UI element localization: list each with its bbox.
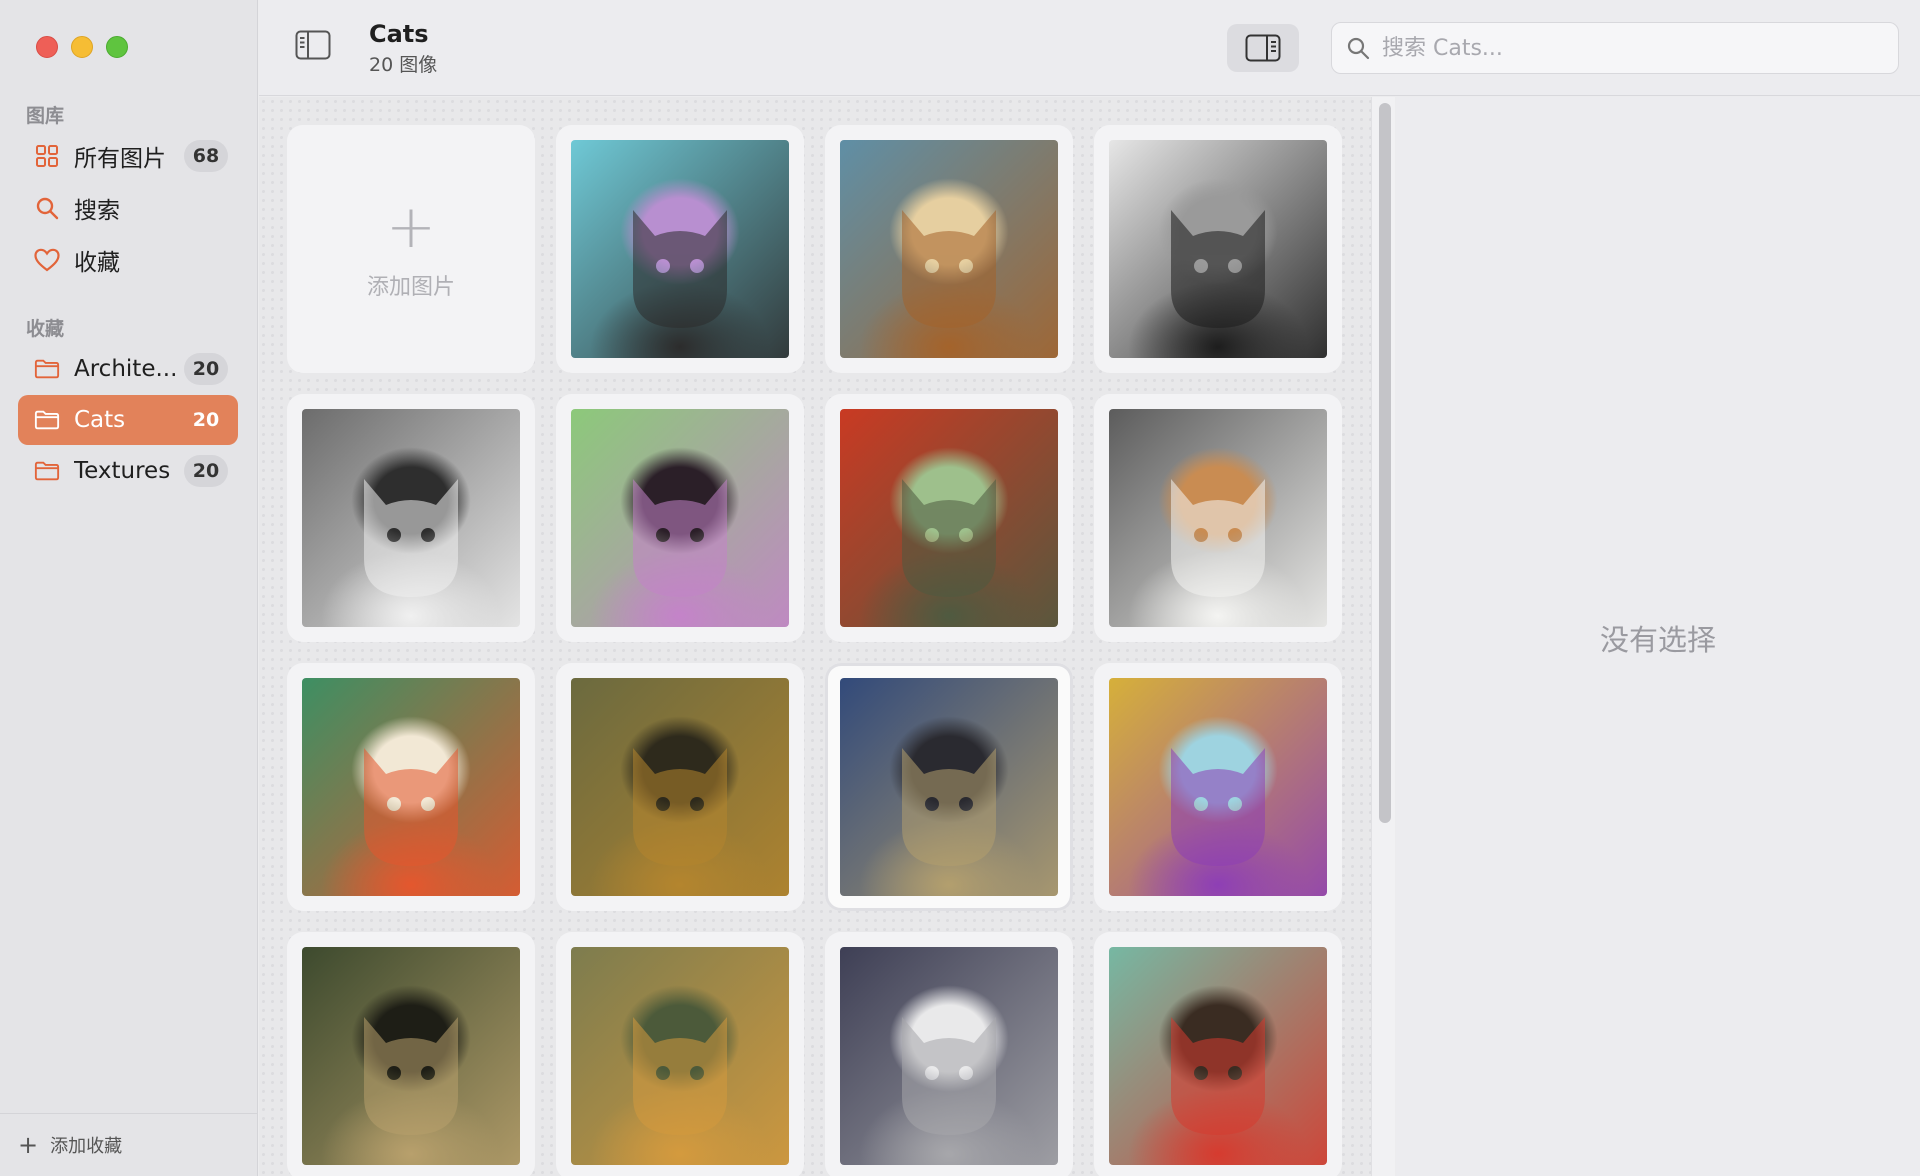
- cat-image-thumbnail: [302, 947, 520, 1165]
- toolbar: Cats 20 图像: [259, 0, 1920, 96]
- plus-icon: +: [385, 192, 437, 262]
- add-collection-button[interactable]: + 添加收藏: [18, 1132, 122, 1158]
- sidebar-item-cats[interactable]: Cats 20: [18, 395, 238, 445]
- cat-image-thumbnail: [571, 947, 789, 1165]
- add-image-tile[interactable]: + 添加图片: [287, 125, 535, 373]
- close-window-button[interactable]: [36, 36, 58, 58]
- zoom-window-button[interactable]: [106, 36, 128, 58]
- image-tile[interactable]: [825, 932, 1073, 1176]
- cat-image-thumbnail: [571, 409, 789, 627]
- image-grid: + 添加图片: [287, 125, 1342, 1176]
- search-icon: [34, 195, 60, 221]
- cat-image-thumbnail: [571, 140, 789, 358]
- image-tile[interactable]: [825, 125, 1073, 373]
- sidebar-divider: [0, 1113, 258, 1114]
- image-tile[interactable]: [1094, 663, 1342, 911]
- image-tile[interactable]: [556, 125, 804, 373]
- image-tile[interactable]: [287, 394, 535, 642]
- sidebar-item-label: Cats: [74, 407, 126, 433]
- image-grid-area: + 添加图片: [259, 97, 1371, 1176]
- library-section-title: 图库: [26, 105, 65, 127]
- cat-image-thumbnail: [1109, 409, 1327, 627]
- grid-icon: [34, 143, 60, 169]
- cat-image-thumbnail: [1109, 678, 1327, 896]
- folder-icon: [34, 356, 60, 382]
- image-tile[interactable]: [825, 394, 1073, 642]
- minimize-window-button[interactable]: [71, 36, 93, 58]
- image-tile[interactable]: [556, 663, 804, 911]
- scrollbar-thumb[interactable]: [1379, 103, 1391, 823]
- folder-icon: [34, 407, 60, 433]
- image-tile[interactable]: [1094, 125, 1342, 373]
- folder-icon: [34, 458, 60, 484]
- grid-scrollbar[interactable]: [1371, 97, 1395, 1176]
- no-selection-text: 没有选择: [1599, 623, 1716, 657]
- toggle-sidebar-button[interactable]: [295, 30, 331, 60]
- sidebar-item-architecture[interactable]: Archite... 20: [18, 344, 238, 394]
- image-tile[interactable]: [825, 663, 1073, 911]
- toggle-inspector-button[interactable]: [1227, 24, 1299, 72]
- image-tile[interactable]: [287, 932, 535, 1176]
- page-title: Cats: [369, 20, 429, 48]
- sidebar-item-label: 收藏: [74, 250, 120, 276]
- search-field[interactable]: [1331, 22, 1899, 74]
- add-image-label: 添加图片: [366, 275, 455, 300]
- count-badge: 20: [192, 409, 220, 431]
- sidebar-item-textures[interactable]: Textures 20: [18, 446, 238, 496]
- heart-icon: [34, 247, 60, 273]
- sidebar-item-label: 所有图片: [74, 146, 166, 172]
- plus-icon: +: [18, 1131, 39, 1159]
- inspector-toggle-icon: [1245, 34, 1281, 62]
- count-badge: 20: [184, 455, 228, 487]
- add-collection-label: 添加收藏: [50, 1136, 123, 1157]
- window-controls: [36, 36, 128, 58]
- sidebar-item-all-images[interactable]: 所有图片 68: [18, 131, 238, 181]
- image-count: 20 图像: [369, 54, 438, 76]
- cat-image-thumbnail: [302, 409, 520, 627]
- sidebar-item-label: 搜索: [74, 198, 120, 224]
- cat-image-thumbnail: [840, 678, 1058, 896]
- search-input[interactable]: [1382, 35, 1882, 61]
- count-badge: 68: [184, 140, 228, 172]
- image-tile[interactable]: [287, 663, 535, 911]
- collections-section-title: 收藏: [26, 318, 65, 340]
- cat-image-thumbnail: [1109, 140, 1327, 358]
- cat-image-thumbnail: [302, 678, 520, 896]
- image-tile[interactable]: [556, 394, 804, 642]
- image-tile[interactable]: [1094, 394, 1342, 642]
- sidebar: 图库 所有图片 68 搜索 收藏 收藏 Archite... 20 Cats 2…: [0, 0, 258, 1176]
- cat-image-thumbnail: [840, 947, 1058, 1165]
- image-tile[interactable]: [1094, 932, 1342, 1176]
- sidebar-item-label: Textures: [74, 458, 171, 484]
- sidebar-item-favorites[interactable]: 收藏: [18, 235, 238, 285]
- cat-image-thumbnail: [840, 409, 1058, 627]
- count-badge: 20: [184, 353, 228, 385]
- image-tile[interactable]: [556, 932, 804, 1176]
- cat-image-thumbnail: [1109, 947, 1327, 1165]
- sidebar-item-search[interactable]: 搜索: [18, 183, 238, 233]
- inspector-panel: 没有选择: [1396, 97, 1920, 1176]
- search-icon: [1347, 37, 1370, 60]
- sidebar-toggle-icon: [295, 30, 331, 60]
- cat-image-thumbnail: [571, 678, 789, 896]
- cat-image-thumbnail: [840, 140, 1058, 358]
- sidebar-item-label: Archite...: [74, 356, 178, 382]
